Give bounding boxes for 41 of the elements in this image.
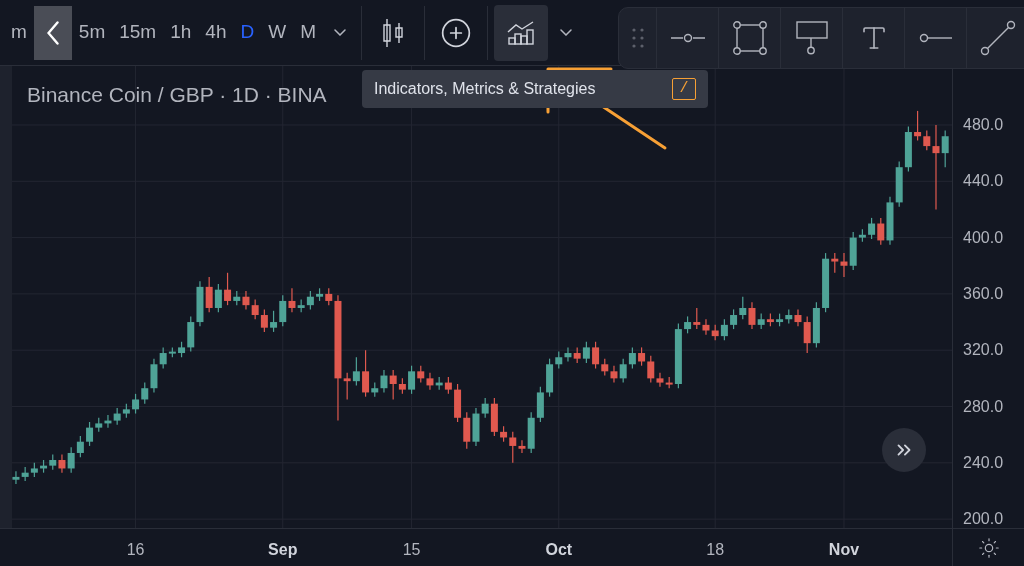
price-label: 360.0: [963, 283, 1004, 304]
price-label: 200.0: [963, 509, 1004, 530]
ray-icon: [918, 33, 953, 43]
price-label: 280.0: [963, 396, 1004, 417]
time-label: Sep: [268, 540, 298, 560]
chart-legend: Binance Coin / GBP · 1D · BINA: [27, 79, 327, 111]
chart-bars-icon: [506, 19, 536, 46]
candlestick-icon: [380, 16, 406, 49]
time-label: Oct: [545, 540, 573, 560]
interval-tab[interactable]: m: [4, 12, 34, 53]
interval-tab[interactable]: M: [293, 12, 323, 53]
tooltip-text: Indicators, Metrics & Strategies: [374, 79, 597, 99]
rectangle-icon: [732, 21, 767, 55]
plus-circle-icon: [440, 16, 472, 49]
scroll-to-latest-button[interactable]: [882, 428, 926, 472]
time-label: Nov: [828, 540, 860, 560]
price-label: 480.0: [963, 114, 1004, 135]
chevron-down-icon: [334, 29, 346, 36]
indicators-button[interactable]: [494, 4, 548, 61]
price-label: 240.0: [963, 452, 1004, 473]
shortcut-key: /: [672, 78, 696, 100]
interval-tab[interactable]: 1h: [163, 12, 199, 53]
chevron-down-icon: [560, 29, 572, 36]
sun-icon: [977, 536, 1000, 559]
trend-line-icon: [980, 20, 1016, 56]
price-label: 440.0: [963, 171, 1004, 192]
callout-icon: [795, 21, 828, 55]
time-label: 16: [126, 540, 145, 560]
interval-tab[interactable]: W: [261, 12, 294, 53]
back-button[interactable]: [33, 5, 72, 60]
drag-handle-icon: [631, 28, 644, 48]
interval-tab[interactable]: D: [233, 12, 262, 53]
chevron-left-icon: [46, 20, 59, 45]
interval-tab[interactable]: 5m: [71, 12, 113, 53]
interval-tab[interactable]: 15m: [112, 12, 164, 53]
price-label: 400.0: [963, 227, 1004, 248]
time-label: 18: [706, 540, 725, 560]
horizontal-line-icon: [669, 33, 706, 43]
time-label: 15: [402, 540, 421, 560]
interval-tab[interactable]: 4h: [198, 12, 234, 53]
price-label: 320.0: [963, 340, 1004, 361]
